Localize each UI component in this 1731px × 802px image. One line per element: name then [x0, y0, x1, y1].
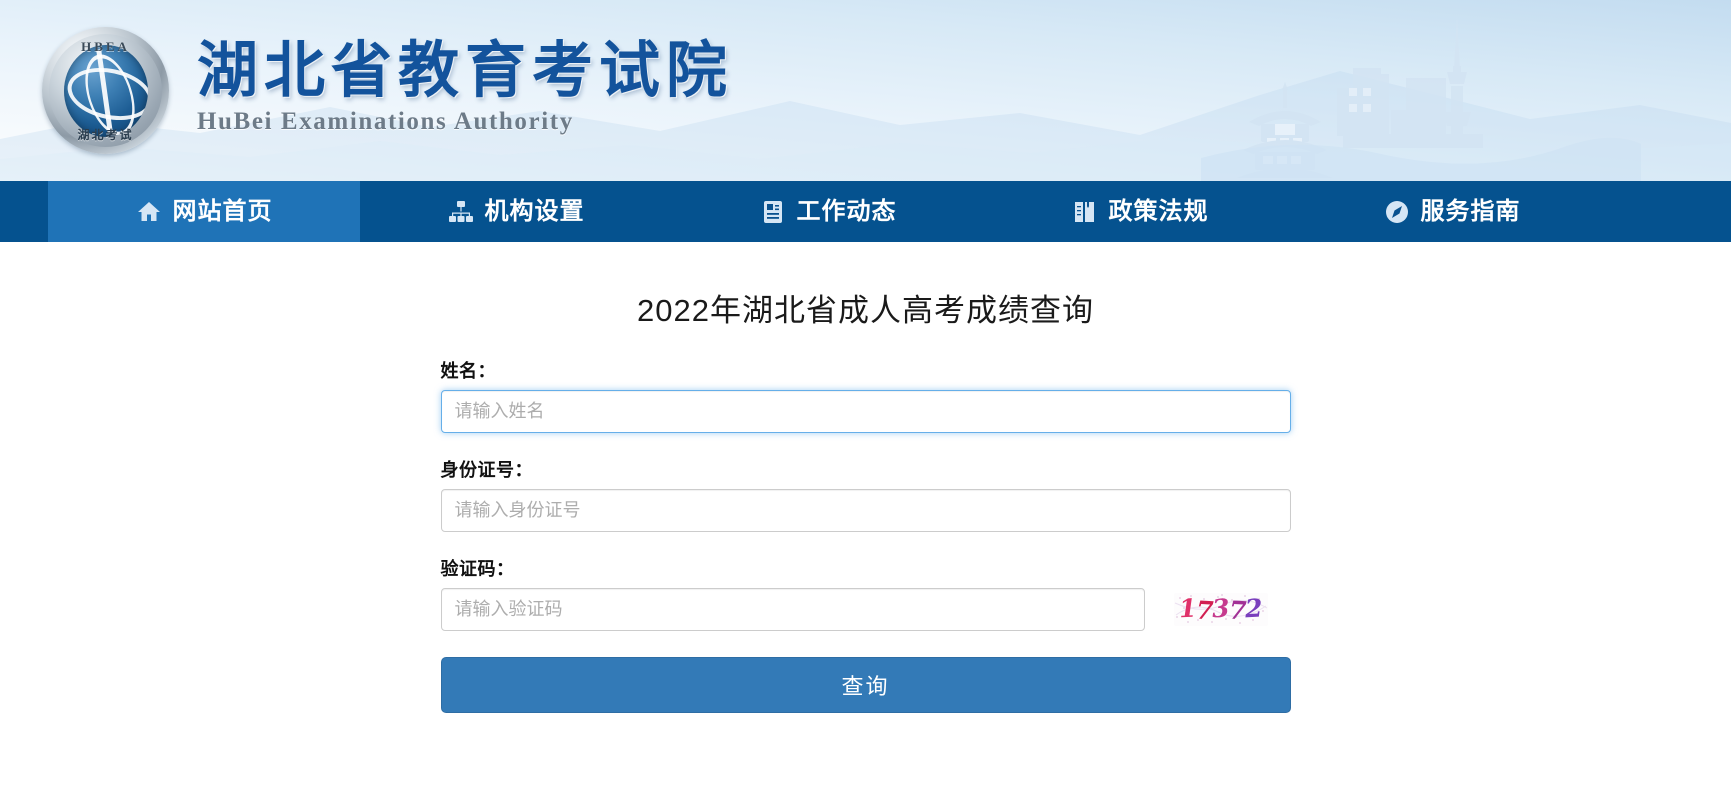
nav-label-news: 工作动态 — [796, 197, 897, 225]
name-input[interactable] — [440, 390, 1291, 433]
captcha-digit-0: 1 — [1178, 593, 1197, 624]
sitemap-icon — [448, 199, 474, 225]
hubei-examinations-authority-emblem: HBEA 湖北考试 — [42, 27, 169, 154]
site-title-cn: 湖北省教育考试院 — [197, 35, 734, 106]
captcha-code: 17372 — [1174, 593, 1268, 626]
captcha-digit-3: 7 — [1227, 595, 1246, 626]
captcha-digit-2: 3 — [1211, 593, 1230, 624]
field-id-number: 身份证号： — [440, 456, 1291, 532]
captcha-image[interactable]: 17372 — [1173, 593, 1268, 626]
captcha-row: 17372 — [440, 588, 1291, 631]
city-skyline-decoration — [1201, 0, 1641, 181]
site-title-en: HuBei Examinations Authority — [197, 108, 574, 136]
captcha-digit-1: 7 — [1195, 595, 1214, 626]
news-document-icon — [760, 199, 786, 225]
captcha-digit-4: 2 — [1244, 593, 1263, 624]
globe-icon — [63, 44, 148, 137]
submit-query-button[interactable]: 查询 — [440, 657, 1291, 713]
score-query-form: 姓名： 身份证号： 验证码： — [440, 357, 1291, 713]
page-title: 2022年湖北省成人高考成绩查询 — [637, 293, 1094, 328]
nav-item-home[interactable]: 网站首页 — [48, 181, 360, 242]
label-captcha: 验证码： — [440, 559, 515, 579]
nav-item-news[interactable]: 工作动态 — [672, 181, 984, 242]
nav-item-organization[interactable]: 机构设置 — [360, 181, 672, 242]
nav-label-organization: 机构设置 — [484, 197, 585, 225]
label-id-number: 身份证号： — [440, 460, 533, 480]
book-icon — [1072, 199, 1098, 225]
main-navigation: 网站首页 机构设置 工作动态 政策法规 服务指南 — [0, 181, 1731, 242]
nav-label-home: 网站首页 — [172, 197, 273, 225]
site-banner: HBEA 湖北考试 湖北省教育考试院 HuBei Examinations Au… — [0, 0, 1731, 181]
captcha-input[interactable] — [440, 588, 1145, 631]
field-captcha: 验证码： 请输入验证码 1 7 3 7 2 — [440, 555, 1291, 631]
main-content: 2022年湖北省成人高考成绩查询 姓名： 身份证号： 验证码： — [0, 242, 1731, 802]
nav-item-service-guide[interactable]: 服务指南 — [1296, 181, 1608, 242]
nav-label-policy: 政策法规 — [1108, 197, 1209, 225]
label-name: 姓名： — [440, 361, 496, 381]
emblem-top-text: HBEA — [81, 39, 130, 54]
site-title-block: 湖北省教育考试院 HuBei Examinations Authority — [197, 35, 734, 136]
nav-item-policy[interactable]: 政策法规 — [984, 181, 1296, 242]
compass-icon — [1384, 199, 1410, 225]
field-name: 姓名： — [440, 357, 1291, 433]
emblem-bottom-text: 湖北考试 — [77, 128, 134, 142]
id-number-input[interactable] — [440, 489, 1291, 532]
site-logo[interactable]: HBEA 湖北考试 湖北省教育考试院 HuBei Examinations Au… — [42, 27, 733, 154]
home-icon — [136, 199, 162, 225]
nav-left-spacer — [0, 181, 48, 242]
nav-label-service-guide: 服务指南 — [1420, 197, 1521, 225]
